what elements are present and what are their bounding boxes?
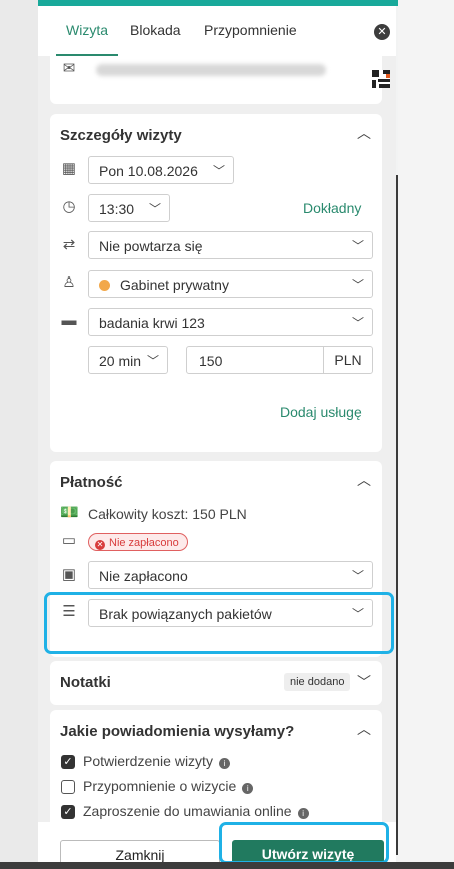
time-select[interactable]: 13:30 ﹀	[88, 194, 170, 222]
payment-status-select[interactable]: Nie zapłacono ﹀	[88, 561, 373, 589]
packages-highlight-frame	[44, 592, 394, 654]
repeat-icon: ⇄	[62, 236, 76, 253]
notes-status-chip: nie dodano	[284, 673, 351, 691]
location-select[interactable]: Gabinet prywatny ﹀	[88, 270, 373, 298]
bottom-edge-bar	[0, 862, 454, 869]
chevron-down-icon: ﹀	[351, 278, 364, 292]
chevron-down-icon: ﹀	[351, 316, 364, 330]
notifications-title: Jakie powiadomienia wysyłamy?	[60, 723, 295, 740]
add-service-link[interactable]: Dodaj usługę	[280, 404, 362, 420]
tab-blokada[interactable]: Blokada	[130, 22, 181, 38]
service-value: badania krwi 123	[99, 315, 205, 331]
tab-wizyta[interactable]: Wizyta	[66, 22, 108, 38]
chevron-down-icon[interactable]: ﹀	[356, 674, 372, 690]
mail-icon: ✉	[62, 60, 76, 77]
chevron-down-icon: ﹀	[351, 239, 364, 253]
chevron-up-icon[interactable]: ︿	[356, 472, 372, 488]
confirmation-label: Potwierdzenie wizyty i	[83, 753, 230, 769]
reminder-label: Przypomnienie o wizycie i	[83, 778, 254, 794]
card-off-icon: ▭	[61, 532, 77, 549]
exact-time-link[interactable]: Dokładny	[303, 200, 361, 216]
chevron-down-icon: ﹀	[212, 164, 225, 178]
visit-panel: Wizyta Blokada Przypomnienie ✕ ✉ Szczegó…	[38, 6, 396, 868]
currency-label: PLN	[323, 346, 372, 374]
wallet-icon: ▣	[61, 566, 77, 583]
duration-select[interactable]: 20 min ﹀	[88, 346, 168, 374]
client-email-redacted	[96, 64, 326, 76]
right-backdrop	[398, 0, 454, 869]
online-invite-label-text: Zaproszenie do umawiania online	[83, 803, 292, 819]
online-invite-label: Zaproszenie do umawiania online i	[83, 803, 309, 819]
time-value: 13:30	[99, 201, 135, 217]
chevron-down-icon: ﹀	[351, 569, 364, 583]
reminder-checkbox[interactable]	[61, 780, 75, 794]
create-visit-highlight-frame	[219, 822, 389, 864]
confirmation-label-text: Potwierdzenie wizyty	[83, 753, 213, 769]
visit-details-card: Szczegóły wizyty ︿ ▦ Pon 10.08.2026 ﹀ ◷ …	[50, 114, 382, 452]
tab-bar: Wizyta Blokada Przypomnienie ✕	[38, 6, 396, 56]
info-icon[interactable]: i	[242, 783, 254, 794]
chevron-up-icon[interactable]: ︿	[356, 125, 372, 141]
service-select[interactable]: badania krwi 123 ﹀	[88, 308, 373, 336]
chevron-down-icon: ﹀	[146, 354, 159, 368]
repeat-value: Nie powtarza się	[99, 238, 203, 254]
price-input[interactable]: 150 PLN	[186, 346, 373, 374]
chevron-up-icon[interactable]: ︿	[356, 721, 372, 737]
chevron-down-icon: ﹀	[148, 202, 161, 216]
notes-title: Notatki	[60, 674, 111, 691]
client-card: ✉	[50, 56, 390, 104]
location-value: Gabinet prywatny	[120, 277, 229, 293]
info-icon[interactable]: i	[218, 758, 230, 769]
clock-icon: ◷	[62, 198, 76, 215]
scrollbar[interactable]	[396, 175, 398, 855]
repeat-select[interactable]: Nie powtarza się ﹀	[88, 231, 373, 259]
info-icon[interactable]: i	[297, 808, 309, 819]
close-icon[interactable]: ✕	[374, 24, 390, 40]
date-select[interactable]: Pon 10.08.2026 ﹀	[88, 156, 234, 184]
payment-status-badge: ✕ Nie zapłacono	[88, 533, 188, 551]
tab-przypomnienie[interactable]: Przypomnienie	[204, 22, 297, 38]
price-value: 150	[199, 353, 223, 369]
payment-status-badge-label: Nie zapłacono	[109, 537, 179, 549]
cash-icon: 💵	[60, 504, 79, 521]
notifications-card: Jakie powiadomienia wysyłamy? ︿ ✓ Potwie…	[50, 710, 382, 822]
notes-card[interactable]: Notatki nie dodano ﹀	[50, 661, 382, 705]
online-invite-checkbox[interactable]: ✓	[61, 805, 75, 819]
location-icon: ♙	[62, 274, 76, 291]
total-cost-text: Całkowity koszt: 150 PLN	[88, 506, 247, 522]
reminder-label-text: Przypomnienie o wizycie	[83, 778, 237, 794]
date-value: Pon 10.08.2026	[99, 163, 198, 179]
visit-details-title: Szczegóły wizyty	[60, 127, 182, 144]
confirmation-checkbox[interactable]: ✓	[61, 755, 75, 769]
location-color-dot	[99, 280, 110, 291]
duration-value: 20 min	[99, 353, 142, 369]
payment-title: Płatność	[60, 474, 123, 491]
calendar-icon: ▦	[61, 160, 77, 177]
left-backdrop	[0, 0, 38, 869]
qr-code-icon[interactable]	[372, 70, 390, 88]
service-briefcase-icon: ▬	[61, 312, 77, 329]
error-icon: ✕	[95, 540, 105, 550]
payment-status-value: Nie zapłacono	[99, 568, 188, 584]
